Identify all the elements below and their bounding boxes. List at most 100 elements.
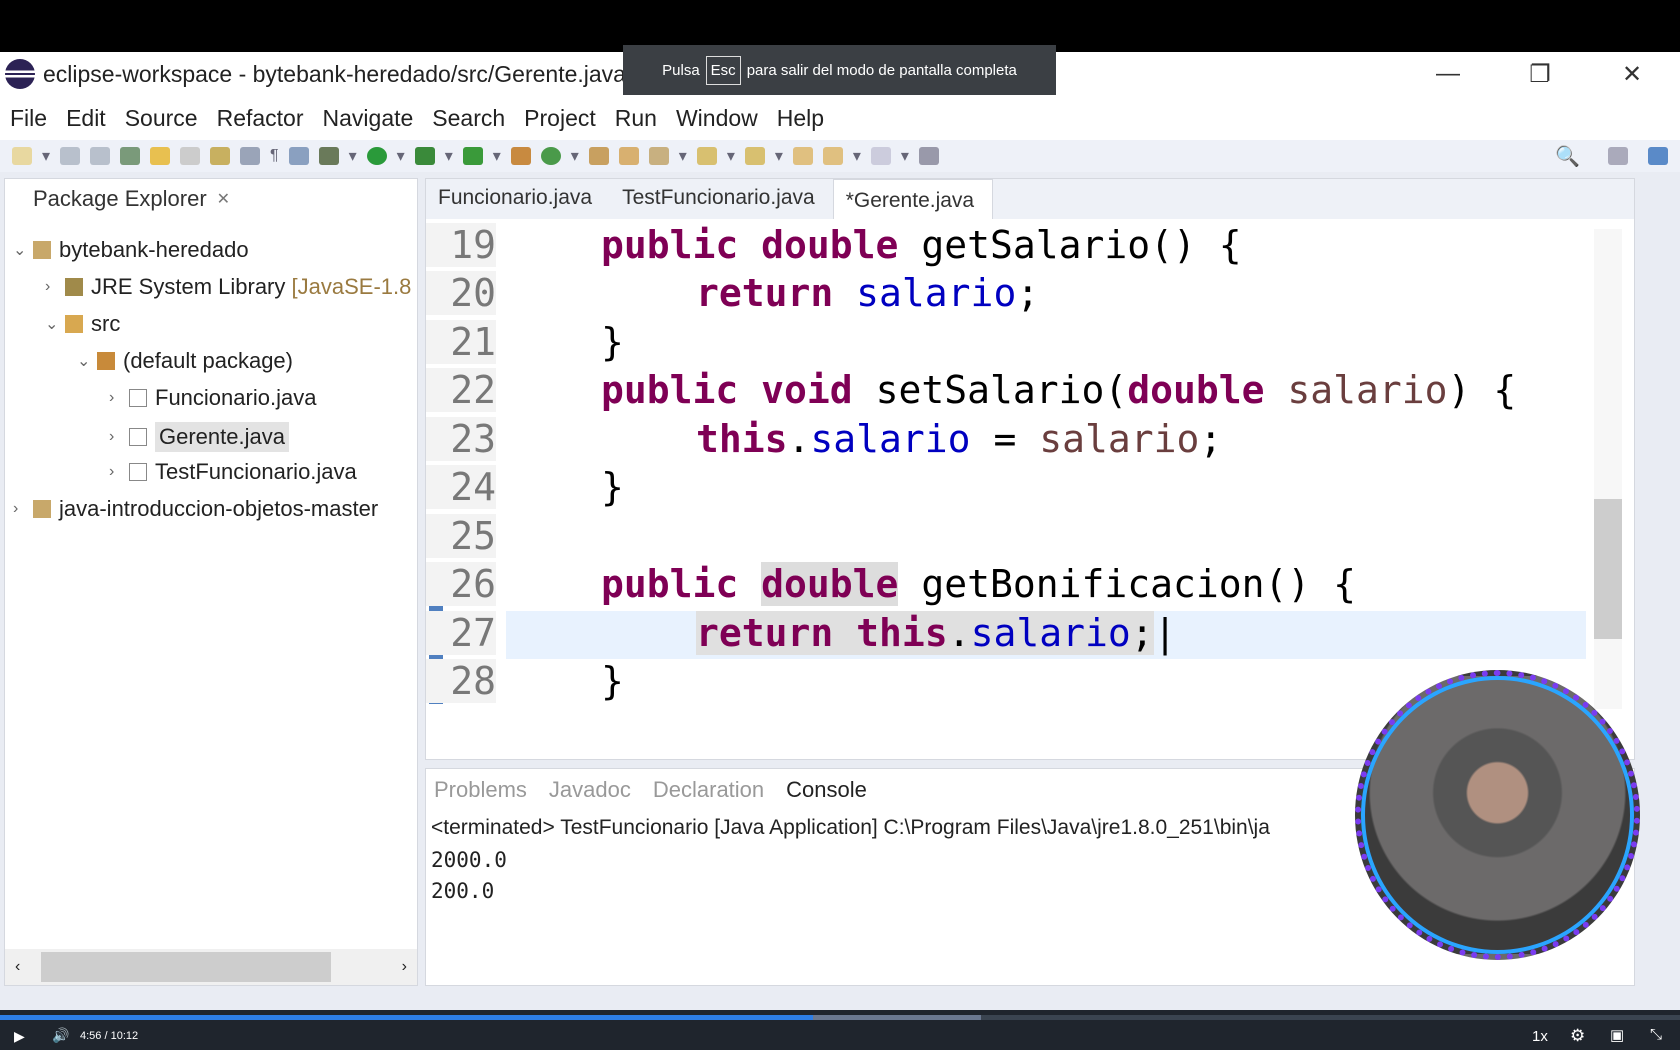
vertical-scrollbar[interactable] <box>1594 229 1622 709</box>
java-file-icon <box>129 389 147 407</box>
restore-button[interactable]: ❐ <box>1500 52 1580 96</box>
menu-search[interactable]: Search <box>432 105 505 132</box>
mark-occurrences-icon[interactable] <box>150 147 171 165</box>
run-icon[interactable] <box>366 147 387 165</box>
chevron-right-icon[interactable]: › <box>109 389 129 407</box>
esc-key: Esc <box>705 55 741 85</box>
code-area[interactable]: 19 20 21 22 23 24 25 26 27 28 public dou… <box>426 219 1586 719</box>
exit-fullscreen-icon[interactable]: ⤡ <box>1650 1026 1662 1043</box>
close-icon[interactable]: ✕ <box>217 189 230 209</box>
pip-icon[interactable]: ▣ <box>1610 1026 1624 1044</box>
tree-label: src <box>91 311 121 336</box>
new-package-icon[interactable] <box>510 147 531 165</box>
chevron-down-icon[interactable]: ⌄ <box>13 240 33 260</box>
open-task-icon[interactable] <box>618 147 639 165</box>
tab-funcionario[interactable]: Funcionario.java <box>426 186 610 219</box>
menu-source[interactable]: Source <box>125 105 198 132</box>
menu-refactor[interactable]: Refactor <box>217 105 304 132</box>
new-class-icon[interactable] <box>540 147 561 165</box>
open-type-icon[interactable] <box>120 147 141 165</box>
forward-icon[interactable] <box>870 147 891 165</box>
line-number: 24 <box>426 465 496 509</box>
eclipse-logo-icon <box>5 59 35 89</box>
tree-item-file-selected[interactable]: › Gerente.java <box>109 422 289 452</box>
line-number: 26 <box>426 562 496 606</box>
java-file-icon <box>129 428 147 446</box>
line-number: 28 <box>426 659 496 703</box>
task-icon[interactable] <box>210 147 231 165</box>
tree-item-project[interactable]: › java-introduccion-objetos-master <box>13 496 378 522</box>
tree-item-jre[interactable]: › JRE System Library [JavaSE-1.8 <box>45 274 411 300</box>
progress-bar[interactable] <box>0 1015 814 1020</box>
search-icon[interactable]: 🔍 <box>1555 144 1580 169</box>
search-tool-icon[interactable] <box>648 147 669 165</box>
block-icon[interactable] <box>240 147 261 165</box>
tree-item-src[interactable]: ⌄ src <box>45 311 120 337</box>
tree-label: TestFuncionario.java <box>155 459 357 484</box>
chevron-down-icon[interactable]: ⌄ <box>77 351 97 371</box>
menu-help[interactable]: Help <box>777 105 824 132</box>
tab-console[interactable]: Console <box>786 777 867 803</box>
skip-breakpoints-icon[interactable] <box>288 147 309 165</box>
play-icon[interactable]: ▶ <box>14 1028 25 1045</box>
settings-icon[interactable]: ⚙ <box>1570 1026 1585 1046</box>
chevron-right-icon[interactable]: › <box>109 463 129 481</box>
chevron-down-icon[interactable]: ⌄ <box>45 314 65 334</box>
prev-annotation-icon[interactable] <box>744 147 765 165</box>
line-number: 20 <box>426 271 496 315</box>
save-icon[interactable] <box>60 147 81 165</box>
tab-declaration[interactable]: Declaration <box>653 777 764 803</box>
package-icon <box>97 352 115 370</box>
chevron-right-icon[interactable]: › <box>45 278 65 296</box>
menu-project[interactable]: Project <box>524 105 596 132</box>
horizontal-scrollbar[interactable]: ‹ › <box>5 949 417 985</box>
close-button[interactable]: ✕ <box>1592 52 1672 96</box>
chevron-right-icon[interactable]: › <box>13 500 33 518</box>
open-perspective-icon[interactable] <box>1608 147 1628 165</box>
menu-file[interactable]: File <box>10 105 47 132</box>
fullscreen-toast: Pulsa Esc para salir del modo de pantall… <box>623 45 1056 95</box>
tree-item-project[interactable]: ⌄ bytebank-heredado <box>13 237 249 263</box>
debug-icon[interactable] <box>318 147 339 165</box>
toast-text: para salir del modo de pantalla completa <box>746 61 1017 79</box>
time-display: 4:56 / 10:12 <box>80 1030 139 1042</box>
menu-bar: File Edit Source Refactor Navigate Searc… <box>0 96 1680 140</box>
library-icon <box>65 278 83 296</box>
toggle-icon[interactable] <box>180 147 201 165</box>
minimize-button[interactable]: — <box>1408 52 1488 96</box>
tree-label: Gerente.java <box>155 422 289 452</box>
tree-item-default-package[interactable]: ⌄ (default package) <box>77 348 293 374</box>
external-tools-icon[interactable] <box>462 147 483 165</box>
line-number: 22 <box>426 368 496 412</box>
volume-icon[interactable]: 🔊 <box>52 1027 69 1044</box>
menu-window[interactable]: Window <box>676 105 758 132</box>
pilcrow-icon[interactable]: ¶ <box>270 147 279 165</box>
open-folder-icon[interactable] <box>588 147 609 165</box>
code-line: public double getSalario() { <box>601 223 1242 267</box>
next-annotation-icon[interactable] <box>696 147 717 165</box>
java-perspective-icon[interactable] <box>1648 147 1668 165</box>
tab-javadoc[interactable]: Javadoc <box>549 777 631 803</box>
toolbar: ▾ ¶ ▾ ▾ ▾ ▾ ▾ ▾ ▾ ▾ ▾ ▾ 🔍 <box>0 140 1680 172</box>
tab-problems[interactable]: Problems <box>434 777 527 803</box>
save-all-icon[interactable] <box>90 147 111 165</box>
coverage-icon[interactable] <box>414 147 435 165</box>
pin-editor-icon[interactable] <box>918 147 939 165</box>
line-number: 25 <box>426 514 496 558</box>
chevron-right-icon[interactable]: › <box>109 428 129 446</box>
tab-testfuncionario[interactable]: TestFuncionario.java <box>610 186 833 219</box>
menu-run[interactable]: Run <box>615 105 657 132</box>
back-icon[interactable] <box>822 147 843 165</box>
menu-edit[interactable]: Edit <box>66 105 106 132</box>
menu-navigate[interactable]: Navigate <box>323 105 414 132</box>
tree-item-file[interactable]: › Funcionario.java <box>109 385 316 411</box>
tree-item-file[interactable]: › TestFuncionario.java <box>109 459 357 485</box>
code-line: this.salario = salario; <box>696 417 1223 461</box>
new-icon[interactable] <box>12 147 32 165</box>
webcam-overlay <box>1355 670 1640 960</box>
last-edit-icon[interactable] <box>792 147 813 165</box>
tab-gerente[interactable]: *Gerente.java <box>832 179 994 219</box>
speed-button[interactable]: 1x <box>1532 1028 1548 1045</box>
tree-label: java-introduccion-objetos-master <box>59 496 379 521</box>
tree-label: bytebank-heredado <box>59 237 249 262</box>
